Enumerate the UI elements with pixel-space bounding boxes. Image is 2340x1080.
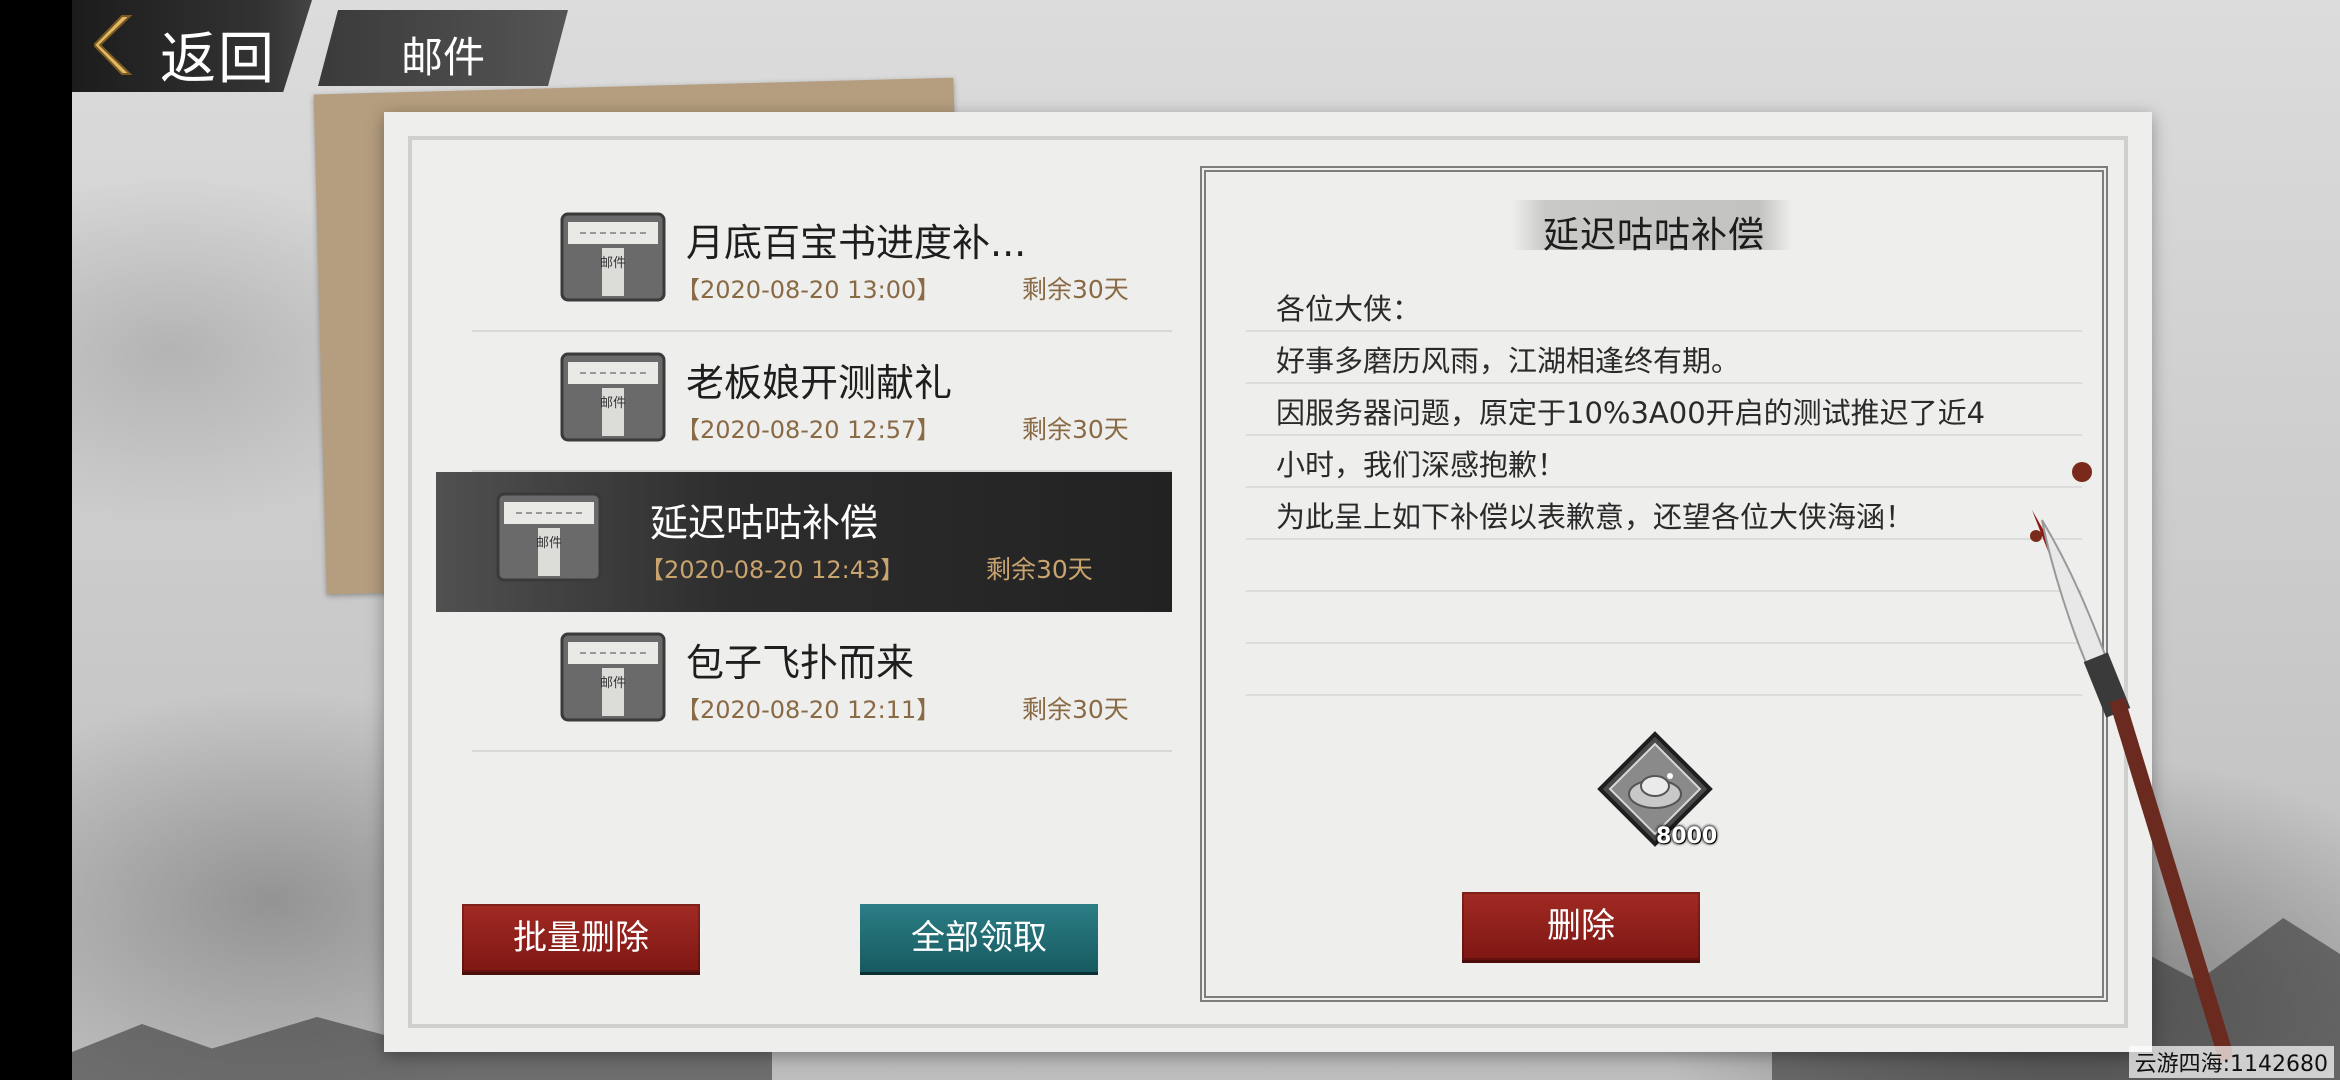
chevron-left-icon: [94, 15, 133, 75]
game-scene: 返回 邮件 邮件 月底百宝书进度补... 【2020-08-20 13:00】 …: [72, 0, 2340, 1080]
envelope-text: 邮件: [600, 676, 626, 691]
mail-date: 【2020-08-20 12:11】: [676, 696, 941, 724]
ruled-line: [1246, 330, 2082, 332]
mail-item-3-selected[interactable]: 邮件 延迟咕咕补偿 【2020-08-20 12:43】 剩余30天: [436, 472, 1172, 612]
page-title: 邮件: [400, 33, 485, 82]
batch-delete-button[interactable]: 批量删除: [462, 904, 700, 972]
mail-title: 延迟咕咕补偿: [650, 501, 879, 545]
body-line-5: 为此呈上如下补偿以表歉意，还望各位大侠海涵！: [1276, 500, 1915, 534]
mail-date: 【2020-08-20 12:57】: [676, 416, 941, 444]
mail-title: 老板娘开测献礼: [686, 361, 953, 405]
page-title-tab: 邮件: [318, 10, 568, 86]
mail-item-2[interactable]: 邮件 老板娘开测献礼 【2020-08-20 12:57】 剩余30天: [472, 332, 1172, 472]
mail-envelope-icon: 邮件: [560, 212, 666, 302]
ruled-line: [1246, 642, 2082, 644]
ruled-line: [1246, 694, 2082, 696]
claim-all-button[interactable]: 全部领取: [860, 904, 1098, 972]
body-line-1: 各位大侠：: [1276, 292, 1422, 326]
mail-remaining: 剩余30天: [1022, 415, 1129, 444]
mail-item-4[interactable]: 邮件 包子飞扑而来 【2020-08-20 12:11】 剩余30天: [472, 612, 1172, 752]
mail-remaining: 剩余30天: [986, 555, 1093, 584]
ruled-line: [1246, 486, 2082, 488]
body-line-2: 好事多磨历风雨，江湖相逢终有期。: [1276, 344, 1741, 378]
back-button[interactable]: 返回: [72, 0, 312, 92]
mail-title: 包子飞扑而来: [686, 641, 915, 685]
ruled-line: [1246, 434, 2082, 436]
mail-remaining: 剩余30天: [1022, 695, 1129, 724]
envelope-text: 邮件: [600, 396, 626, 411]
delete-button[interactable]: 删除: [1462, 892, 1700, 960]
back-label: 返回: [160, 27, 276, 92]
mail-detail-panel: 延迟咕咕补偿 各位大侠： 好事多磨历风雨，江湖相逢终有期。 因服务器问题，原定于…: [1200, 166, 2108, 1002]
player-id-watermark: 云游四海:1142680: [2128, 1046, 2334, 1078]
envelope-text: 邮件: [600, 256, 626, 271]
mail-title: 月底百宝书进度补...: [686, 221, 1027, 265]
envelope-text: 邮件: [536, 536, 562, 551]
mail-envelope-icon: 邮件: [496, 492, 602, 582]
mail-envelope-icon: 邮件: [560, 352, 666, 442]
ruled-line: [1246, 590, 2082, 592]
body-line-3: 因服务器问题，原定于10%3A00开启的测试推迟了近4: [1276, 396, 1986, 430]
body-line-4: 小时，我们深感抱歉！: [1276, 448, 1567, 482]
reward-count: 8000: [1656, 824, 1718, 849]
ruled-line: [1246, 538, 2082, 540]
ruled-line: [1246, 382, 2082, 384]
mail-date: 【2020-08-20 13:00】: [676, 276, 941, 304]
mail-envelope-icon: 邮件: [560, 632, 666, 722]
mail-date: 【2020-08-20 12:43】: [640, 556, 905, 584]
mail-item-1[interactable]: 邮件 月底百宝书进度补... 【2020-08-20 13:00】 剩余30天: [472, 192, 1172, 332]
mail-remaining: 剩余30天: [1022, 275, 1129, 304]
mail-list: 邮件 月底百宝书进度补... 【2020-08-20 13:00】 剩余30天 …: [436, 192, 1172, 752]
calligraphy-brush-decoration: [2030, 462, 2232, 1063]
detail-title: 延迟咕咕补偿: [1542, 215, 1765, 256]
